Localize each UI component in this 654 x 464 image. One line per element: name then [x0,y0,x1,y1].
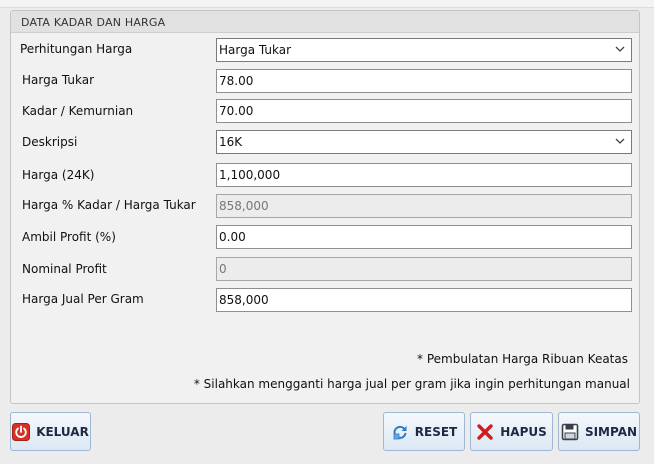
reset-button[interactable]: RESET [383,412,465,451]
refresh-icon [393,425,407,439]
simpan-button[interactable]: SIMPAN [558,412,640,451]
label-perhitungan-harga: Perhitungan Harga [20,42,133,56]
simpan-label: SIMPAN [584,424,638,439]
label-deskripsi: Deskripsi [22,135,78,149]
label-harga-jual-per-gram: Harga Jual Per Gram [22,292,144,306]
deskripsi-select[interactable]: 16K [216,130,632,154]
label-nominal-profit: Nominal Profit [22,262,107,276]
keluar-button[interactable]: KELUAR [10,412,91,451]
ambil-profit-input[interactable]: 0.00 [216,225,632,249]
perhitungan-harga-value: Harga Tukar [219,43,292,57]
harga-tukar-input[interactable]: 78.00 [216,69,632,93]
label-ambil-profit: Ambil Profit (%) [22,230,116,244]
floppy-disk-icon [561,423,579,440]
chevron-down-icon [615,138,625,144]
harga-24k-input[interactable]: 1,100,000 [216,163,632,187]
power-icon [12,422,31,441]
nominal-profit-field: 0 [216,257,632,281]
harga-persen-kadar-field: 858,000 [216,194,632,218]
perhitungan-harga-select[interactable]: Harga Tukar [216,38,632,62]
hapus-label: HAPUS [500,424,547,439]
label-harga-persen-kadar: Harga % Kadar / Harga Tukar [22,198,196,212]
group-title: DATA KADAR DAN HARGA [11,11,639,33]
reset-label: RESET [414,424,458,439]
label-harga-24k: Harga (24K) [22,168,95,182]
label-kadar-kemurnian: Kadar / Kemurnian [22,104,134,118]
note-pembulatan: * Pembulatan Harga Ribuan Keatas [417,352,628,366]
note-manual: * Silahkan mengganti harga jual per gram… [193,377,630,391]
label-harga-tukar: Harga Tukar [22,73,95,87]
chevron-down-icon [615,46,625,52]
x-icon [477,423,493,440]
deskripsi-value: 16K [219,135,243,149]
hapus-button[interactable]: HAPUS [470,412,553,451]
keluar-label: KELUAR [36,424,89,439]
harga-jual-per-gram-input[interactable]: 858,000 [216,288,632,312]
window-top-strip [0,0,654,8]
kadar-kemurnian-input[interactable]: 70.00 [216,99,632,123]
